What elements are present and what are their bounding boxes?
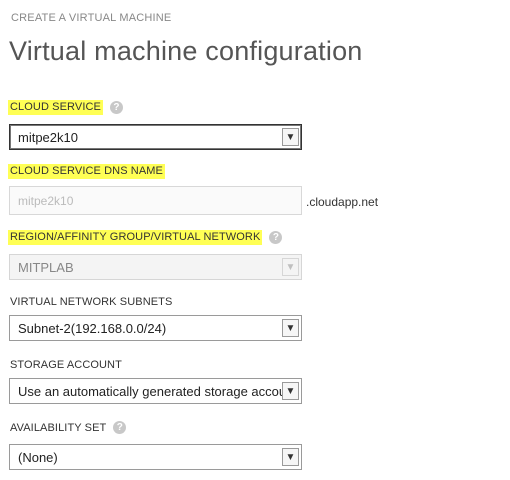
cloud-service-label: CLOUD SERVICE [8, 100, 103, 115]
subnets-label: VIRTUAL NETWORK SUBNETS [10, 296, 173, 308]
availability-label-row: AVAILABILITY SET ? [10, 421, 127, 434]
region-select: MITPLAB ▼ [9, 254, 302, 280]
dns-name-label: CLOUD SERVICE DNS NAME [8, 164, 165, 179]
availability-select[interactable]: (None) ▼ [9, 444, 302, 470]
cloud-service-label-row: CLOUD SERVICE ? [8, 100, 123, 115]
region-label: REGION/AFFINITY GROUP/VIRTUAL NETWORK [8, 230, 263, 245]
availability-value: (None) [18, 449, 58, 465]
dns-suffix: .cloudapp.net [306, 195, 379, 209]
help-icon[interactable]: ? [113, 421, 127, 434]
storage-label: STORAGE ACCOUNT [10, 359, 122, 371]
subnets-value: Subnet-2(192.168.0.0/24) [18, 320, 167, 336]
dns-name-label-row: CLOUD SERVICE DNS NAME [8, 164, 165, 179]
chevron-down-icon[interactable]: ▼ [282, 382, 299, 400]
region-label-row: REGION/AFFINITY GROUP/VIRTUAL NETWORK ? [8, 230, 283, 245]
storage-select[interactable]: Use an automatically generated storage a… [9, 378, 302, 404]
dns-name-input[interactable]: mitpe2k10 [9, 186, 302, 215]
chevron-down-icon[interactable]: ▼ [282, 448, 299, 466]
dns-name-value: mitpe2k10 [18, 193, 74, 208]
page-title: Virtual machine configuration [9, 36, 363, 66]
help-icon[interactable]: ? [109, 101, 123, 114]
storage-value: Use an automatically generated storage a… [18, 383, 283, 399]
subnets-label-row: VIRTUAL NETWORK SUBNETS [10, 296, 172, 308]
help-icon[interactable]: ? [269, 231, 283, 244]
storage-label-row: STORAGE ACCOUNT [10, 359, 122, 371]
wizard-step-label: CREATE A VIRTUAL MACHINE [11, 12, 172, 24]
cloud-service-value: mitpe2k10 [18, 129, 78, 145]
subnets-select[interactable]: Subnet-2(192.168.0.0/24) ▼ [9, 315, 302, 341]
cloud-service-select[interactable]: mitpe2k10 ▼ [9, 124, 302, 150]
chevron-down-icon[interactable]: ▼ [282, 128, 299, 146]
chevron-down-icon: ▼ [282, 258, 299, 276]
availability-label: AVAILABILITY SET [10, 421, 107, 434]
region-value: MITPLAB [18, 259, 74, 275]
chevron-down-icon[interactable]: ▼ [282, 319, 299, 337]
